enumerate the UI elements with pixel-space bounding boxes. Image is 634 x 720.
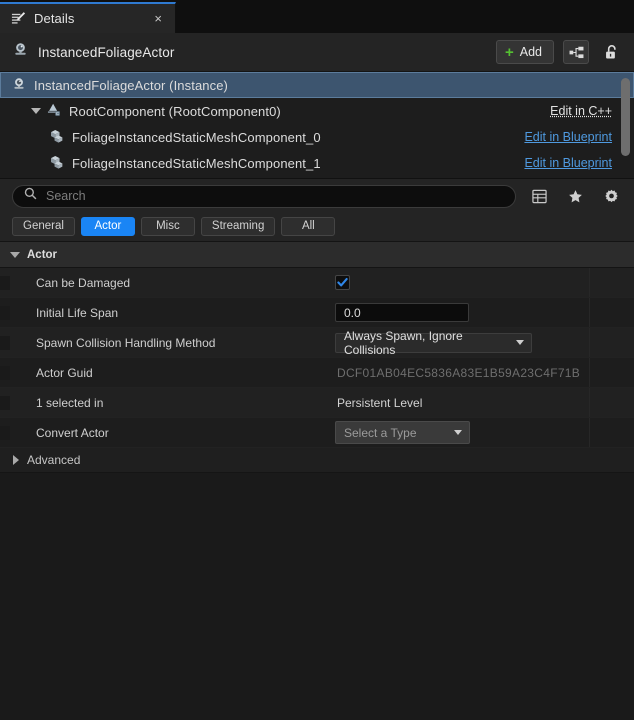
property-row-convert-actor: Convert Actor Select a Type	[0, 418, 634, 448]
tree-row[interactable]: InstancedFoliageActor (Instance)	[0, 72, 634, 98]
property-value: Persistent Level	[335, 388, 590, 417]
tab-title: Details	[34, 11, 75, 26]
property-label: Convert Actor	[0, 425, 335, 440]
edit-in-blueprint-link[interactable]: Edit in Blueprint	[524, 130, 612, 144]
close-icon[interactable]: ×	[151, 11, 165, 26]
convert-actor-dropdown[interactable]: Select a Type	[335, 421, 470, 444]
advanced-label: Advanced	[27, 453, 81, 467]
selected-in-value: Persistent Level	[337, 395, 423, 410]
tree-row[interactable]: FoliageInstancedStaticMeshComponent_1 Ed…	[0, 150, 634, 176]
property-row-initial-life-span: Initial Life Span 0.0	[0, 298, 634, 328]
search-icon	[24, 187, 37, 205]
tree-row[interactable]: FoliageInstancedStaticMeshComponent_0 Ed…	[0, 124, 634, 150]
property-value: Select a Type	[335, 418, 590, 447]
tree-row-label: FoliageInstancedStaticMeshComponent_1	[72, 155, 321, 171]
filter-chip-misc[interactable]: Misc	[140, 216, 195, 236]
edit-in-cpp-link[interactable]: Edit in C++	[550, 104, 612, 118]
filter-chip-streaming[interactable]: Streaming	[200, 216, 276, 236]
chevron-down-icon[interactable]	[31, 108, 41, 114]
tree-row-label: InstancedFoliageActor (Instance)	[34, 77, 228, 93]
property-label: Initial Life Span	[0, 305, 335, 320]
category-header-actor[interactable]: Actor	[0, 242, 634, 268]
tree-scrollbar[interactable]	[621, 78, 630, 156]
gear-icon[interactable]	[598, 184, 624, 208]
edit-in-blueprint-link[interactable]: Edit in Blueprint	[524, 156, 612, 170]
property-value: Always Spawn, Ignore Collisions	[335, 328, 590, 357]
star-icon[interactable]	[562, 184, 588, 208]
add-button[interactable]: + Add	[495, 40, 554, 64]
filter-chip-actor[interactable]: Actor	[80, 216, 135, 236]
empty-area	[0, 473, 634, 720]
filter-chip-all[interactable]: All	[281, 216, 336, 236]
can-be-damaged-checkbox[interactable]	[335, 275, 350, 290]
property-label: 1 selected in	[0, 395, 335, 410]
tree-row-label: RootComponent (RootComponent0)	[69, 103, 281, 119]
property-value: DCF01AB04EC5836A83E1B59A23C4F71B	[335, 358, 590, 387]
actor-header-bar: InstancedFoliageActor + Add	[0, 33, 634, 72]
unlocked-padlock-icon[interactable]	[598, 40, 624, 64]
filter-tabs: General Actor Misc Streaming All	[0, 213, 634, 242]
scene-component-icon: C	[46, 102, 62, 121]
actor-guid-value: DCF01AB04EC5836A83E1B59A23C4F71B	[337, 365, 581, 380]
actor-name: InstancedFoliageActor	[38, 44, 175, 60]
foliage-mesh-component-icon	[48, 128, 65, 147]
svg-text:C: C	[56, 110, 59, 115]
advanced-section-toggle[interactable]: Advanced	[0, 448, 634, 473]
property-label: Spawn Collision Handling Method	[0, 335, 335, 350]
plus-icon: +	[504, 43, 514, 61]
property-row-selected-in: 1 selected in Persistent Level	[0, 388, 634, 418]
search-row	[0, 179, 634, 213]
property-label: Actor Guid	[0, 365, 335, 380]
spawn-collision-dropdown-value: Always Spawn, Ignore Collisions	[344, 328, 463, 357]
tab-strip: Details ×	[0, 0, 634, 33]
foliage-mesh-component-icon	[48, 154, 65, 173]
convert-actor-dropdown-value: Select a Type	[344, 425, 417, 440]
search-box[interactable]	[12, 184, 516, 208]
chevron-down-icon	[10, 251, 20, 258]
initial-life-span-input[interactable]: 0.0	[335, 303, 469, 322]
property-row-actor-guid: Actor Guid DCF01AB04EC5836A83E1B59A23C4F…	[0, 358, 634, 388]
spawn-collision-dropdown[interactable]: Always Spawn, Ignore Collisions	[335, 329, 532, 357]
chevron-down-icon	[454, 430, 462, 435]
property-label: Can be Damaged	[0, 275, 335, 290]
actor-camera-icon	[11, 76, 27, 95]
filter-chip-general[interactable]: General	[12, 216, 75, 236]
details-panel: Details × InstancedFoliageActor + Add In…	[0, 0, 634, 720]
details-pencil-icon	[11, 11, 26, 26]
property-row-spawn-collision-handling-method: Spawn Collision Handling Method Always S…	[0, 328, 634, 358]
property-value: 0.0	[335, 298, 590, 327]
property-row-can-be-damaged: Can be Damaged	[0, 268, 634, 298]
add-button-label: Add	[519, 45, 542, 59]
actor-camera-icon	[12, 41, 29, 63]
property-value	[335, 268, 590, 297]
properties-area: Actor Can be Damaged Initial Life Span 0…	[0, 242, 634, 720]
search-input[interactable]	[44, 188, 504, 204]
chevron-down-icon	[516, 340, 524, 345]
component-tree: InstancedFoliageActor (Instance) C RootC…	[0, 72, 634, 179]
tree-row-label: FoliageInstancedStaticMeshComponent_0	[72, 129, 321, 145]
tree-row[interactable]: C RootComponent (RootComponent0) Edit in…	[0, 98, 634, 124]
category-label: Actor	[27, 248, 58, 261]
table-grid-icon[interactable]	[526, 184, 552, 208]
tab-details[interactable]: Details ×	[0, 2, 176, 33]
chevron-right-icon	[13, 455, 19, 465]
blueprint-hierarchy-icon[interactable]	[563, 40, 589, 64]
